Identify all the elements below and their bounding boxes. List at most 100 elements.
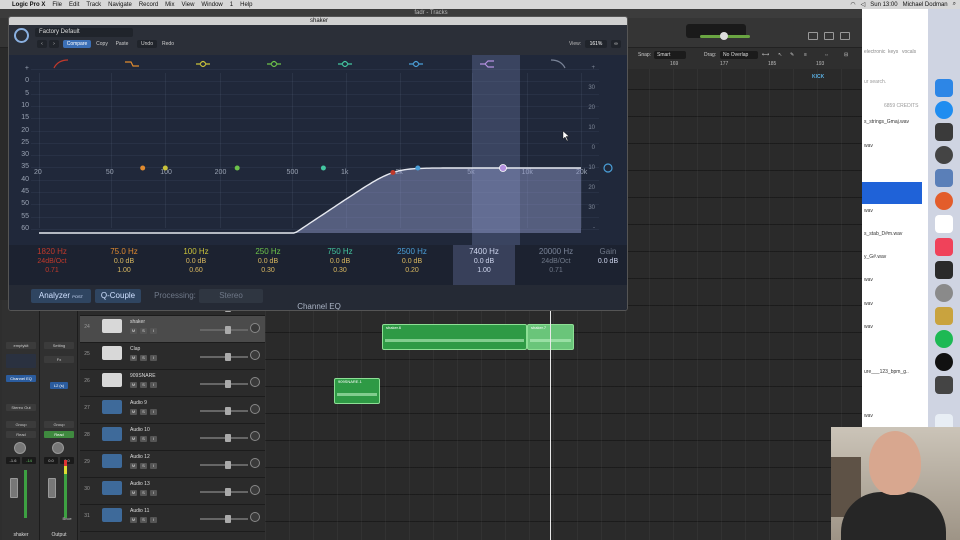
spotify-icon[interactable]	[935, 330, 953, 348]
music-icon[interactable]	[935, 238, 953, 256]
view-zoom-select[interactable]: 161%	[585, 40, 607, 48]
track-volume-fader[interactable]	[200, 329, 248, 331]
band-node-6[interactable]	[415, 165, 421, 171]
band-gain[interactable]: 0.0 dB	[381, 258, 443, 265]
mute-button[interactable]: M	[130, 409, 137, 415]
band-node-4[interactable]	[234, 165, 240, 171]
solo-button[interactable]: S	[140, 490, 147, 496]
track-pan-knob[interactable]	[250, 512, 260, 522]
track-volume-fader[interactable]	[200, 383, 248, 385]
track-volume-knob[interactable]	[225, 380, 231, 388]
pencil-tool-icon[interactable]: ✎	[790, 52, 794, 58]
firefox-icon[interactable]	[935, 192, 953, 210]
input-monitor-button[interactable]: I	[150, 328, 157, 334]
region-909snare-1[interactable]: 909SNARE.1	[334, 378, 380, 404]
track-pan-knob[interactable]	[250, 458, 260, 468]
track-volume-fader[interactable]	[200, 437, 248, 439]
eq-graph[interactable]: +0 5 10 15 20 25 30 35 40 45 50 55 60 +30 20 10 0 10 20 30…	[9, 55, 627, 245]
track-row[interactable]: 24 shaker M S I	[80, 316, 265, 343]
band-q[interactable]: 1.00	[453, 267, 515, 274]
group-slot[interactable]: Group	[44, 421, 74, 428]
next-preset-icon[interactable]: ›	[49, 40, 59, 48]
track-name[interactable]: Audio 11	[130, 508, 149, 514]
track-volume-fader[interactable]	[200, 410, 248, 412]
snap-select[interactable]: Smart	[654, 51, 686, 59]
band-node-7[interactable]	[499, 164, 507, 172]
ruler-bar[interactable]: 169	[670, 61, 678, 67]
menu-record[interactable]: Record	[139, 2, 158, 8]
app-store-icon[interactable]	[935, 101, 953, 119]
calendar-icon[interactable]	[935, 215, 953, 233]
band-params-2[interactable]: 75.0 Hz 0.0 dB 1.00	[93, 245, 155, 285]
zoom-icon[interactable]: ⇔	[824, 52, 829, 58]
mute-button[interactable]: M	[130, 382, 137, 388]
band-frequency[interactable]: 75.0 Hz	[93, 247, 155, 256]
gain-handle[interactable]	[603, 163, 613, 173]
ruler-bar[interactable]: 193	[816, 61, 824, 67]
mute-button[interactable]: M	[130, 463, 137, 469]
band-frequency[interactable]: 750 Hz	[309, 247, 371, 256]
pointer-tool-icon[interactable]: ↖	[778, 52, 782, 58]
band-q[interactable]: 0.71	[525, 267, 587, 274]
band-q[interactable]: 0.71	[21, 267, 83, 274]
output-slot[interactable]: Stereo Out	[6, 404, 36, 411]
redo-button[interactable]: Redo	[159, 40, 177, 48]
mute-button[interactable]: M	[130, 355, 137, 361]
input-monitor-button[interactable]: I	[150, 436, 157, 442]
track-row[interactable]: 27 Audio 9 MSI	[80, 397, 265, 424]
pan-knob[interactable]	[52, 442, 64, 454]
compare-button[interactable]: Compare	[63, 40, 91, 48]
undo-button[interactable]: Undo	[137, 40, 157, 48]
track-pan-knob[interactable]	[250, 431, 260, 441]
zoom-waveform-icon[interactable]: ≡	[804, 52, 807, 58]
menu-navigate[interactable]: Navigate	[108, 2, 132, 8]
band-frequency[interactable]: 2500 Hz	[381, 247, 443, 256]
snap-grid-icon[interactable]: ⊟	[844, 52, 848, 58]
eq-thumbnail[interactable]	[6, 354, 36, 368]
browser-tag-keys[interactable]: keys	[888, 49, 898, 55]
ruler-bar[interactable]: 185	[768, 61, 776, 67]
browser-file[interactable]: y_G#.wav	[864, 254, 886, 260]
menu-1[interactable]: 1	[230, 2, 233, 8]
band-gain[interactable]: 24dB/Oct	[525, 258, 587, 265]
track-volume-knob[interactable]	[225, 434, 231, 442]
band-params-4[interactable]: 250 Hz 0.0 dB 0.30	[237, 245, 299, 285]
track-row[interactable]: 31 Audio 11 M S I	[80, 505, 265, 532]
waveform-icon[interactable]	[102, 481, 122, 495]
input-monitor-button[interactable]: I	[150, 463, 157, 469]
browser-file[interactable]: s_stab_D#m.wav	[864, 231, 902, 237]
track-volume-fader[interactable]	[200, 518, 248, 520]
bounce-button[interactable]: Bnce	[58, 515, 76, 522]
processing-select[interactable]: Stereo	[199, 289, 263, 303]
solo-button[interactable]: S	[140, 517, 147, 523]
track-volume-fader[interactable]	[200, 491, 248, 493]
gain-value[interactable]: 0.0 dB	[589, 258, 627, 265]
plugin-slot-channel-eq[interactable]: Channel EQ	[6, 375, 36, 382]
q-couple-button[interactable]: Q-Couple	[95, 289, 141, 303]
band-frequency[interactable]: 20000 Hz	[525, 247, 587, 256]
input-monitor-button[interactable]: I	[150, 409, 157, 415]
volume-icon[interactable]: ◁	[861, 1, 866, 8]
browser-file[interactable]: ure___123_bpm_g..	[864, 369, 909, 375]
mute-button[interactable]: M	[130, 490, 137, 496]
menu-file[interactable]: File	[52, 2, 62, 8]
system-preferences-icon[interactable]	[935, 284, 953, 302]
track-name[interactable]: 909SNARE	[130, 373, 156, 379]
splice-icon[interactable]	[935, 353, 953, 371]
menu-window[interactable]: Window	[201, 2, 222, 8]
menu-view[interactable]: View	[182, 2, 195, 8]
band-q[interactable]: 0.30	[309, 267, 371, 274]
master-gain[interactable]: Gain 0.0 dB	[589, 245, 627, 285]
track-row[interactable]: 29 Audio 12 M S I	[80, 451, 265, 478]
ruler-bar[interactable]: 177	[720, 61, 728, 67]
solo-button[interactable]: S	[140, 463, 147, 469]
input-monitor-button[interactable]: I	[150, 490, 157, 496]
input-monitor-button[interactable]: I	[150, 517, 157, 523]
band-q[interactable]: 0.30	[237, 267, 299, 274]
band-q[interactable]: 1.00	[93, 267, 155, 274]
wifi-icon[interactable]: ◠	[850, 1, 855, 8]
band-gain[interactable]: 0.0 dB	[453, 258, 515, 265]
menu-app-name[interactable]: Logic Pro X	[12, 2, 45, 8]
menu-help[interactable]: Help	[240, 2, 252, 8]
group-slot[interactable]: Group	[6, 421, 36, 428]
